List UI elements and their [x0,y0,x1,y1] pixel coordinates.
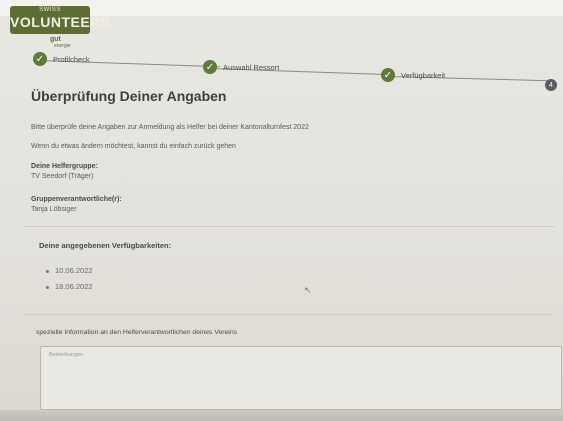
screen-bezel [0,410,563,421]
date-text: 10.06.2022 [55,266,93,275]
logo-name: VOLUNTEERS [10,14,111,30]
step-verfuegbarkeit[interactable]: ✓ Verfügbarkeit [381,68,445,82]
textarea-placeholder: Bemerkungen [49,352,84,358]
step-number: 4 [545,79,557,91]
step-profilcheck[interactable]: ✓ Profilcheck [33,52,90,66]
responsible-value: Tanja Löbsiger [31,206,77,213]
intro-text: Bitte überprüfe deine Angaben zur Anmeld… [31,124,309,131]
date-text: 18.06.2022 [55,282,93,291]
step-label: Profilcheck [53,54,90,64]
remarks-textarea[interactable]: Bemerkungen [40,346,562,410]
logo-tagline-2: energie [54,43,71,49]
bullet-icon [46,269,49,273]
divider [24,314,554,315]
availability-date: 18.06.2022 [46,282,93,291]
step-label: Auswahl Ressort [223,62,280,72]
check-icon: ✓ [381,68,395,82]
page-title: Überprüfung Deiner Angaben [31,88,227,104]
logo-box: SWISS VOLUNTEERS [10,6,111,34]
step-4[interactable]: 4 [545,79,557,91]
step-auswahl-ressort[interactable]: ✓ Auswahl Ressort [203,60,279,74]
logo-top-text: SWISS [39,7,61,13]
divider [24,226,554,227]
availability-date: 10.06.2022 [46,266,93,275]
logo-tagline: gut [50,36,61,43]
screen: SWISS VOLUNTEERS gut energie ✓ Profilche… [0,0,563,421]
bullet-icon [46,285,49,289]
responsible-label: Gruppenverantwortliche(r): [31,196,122,203]
group-label: Deine Helfergruppe: [31,163,98,170]
info-label: spezielle Information an den Helferveran… [36,329,237,336]
step-label: Verfügbarkeit [401,70,446,80]
check-icon: ✓ [33,52,47,66]
check-icon: ✓ [203,60,217,74]
group-value: TV Seedorf (Träger) [31,173,94,180]
availability-title: Deine angegebenen Verfügbarkeiten: [39,241,172,250]
swiss-volunteers-logo[interactable]: SWISS VOLUNTEERS gut energie [10,4,111,50]
mouse-cursor-icon: ↖ [304,285,312,295]
intro-text-2: Wenn du etwas ändern möchtest, kannst du… [31,143,236,150]
